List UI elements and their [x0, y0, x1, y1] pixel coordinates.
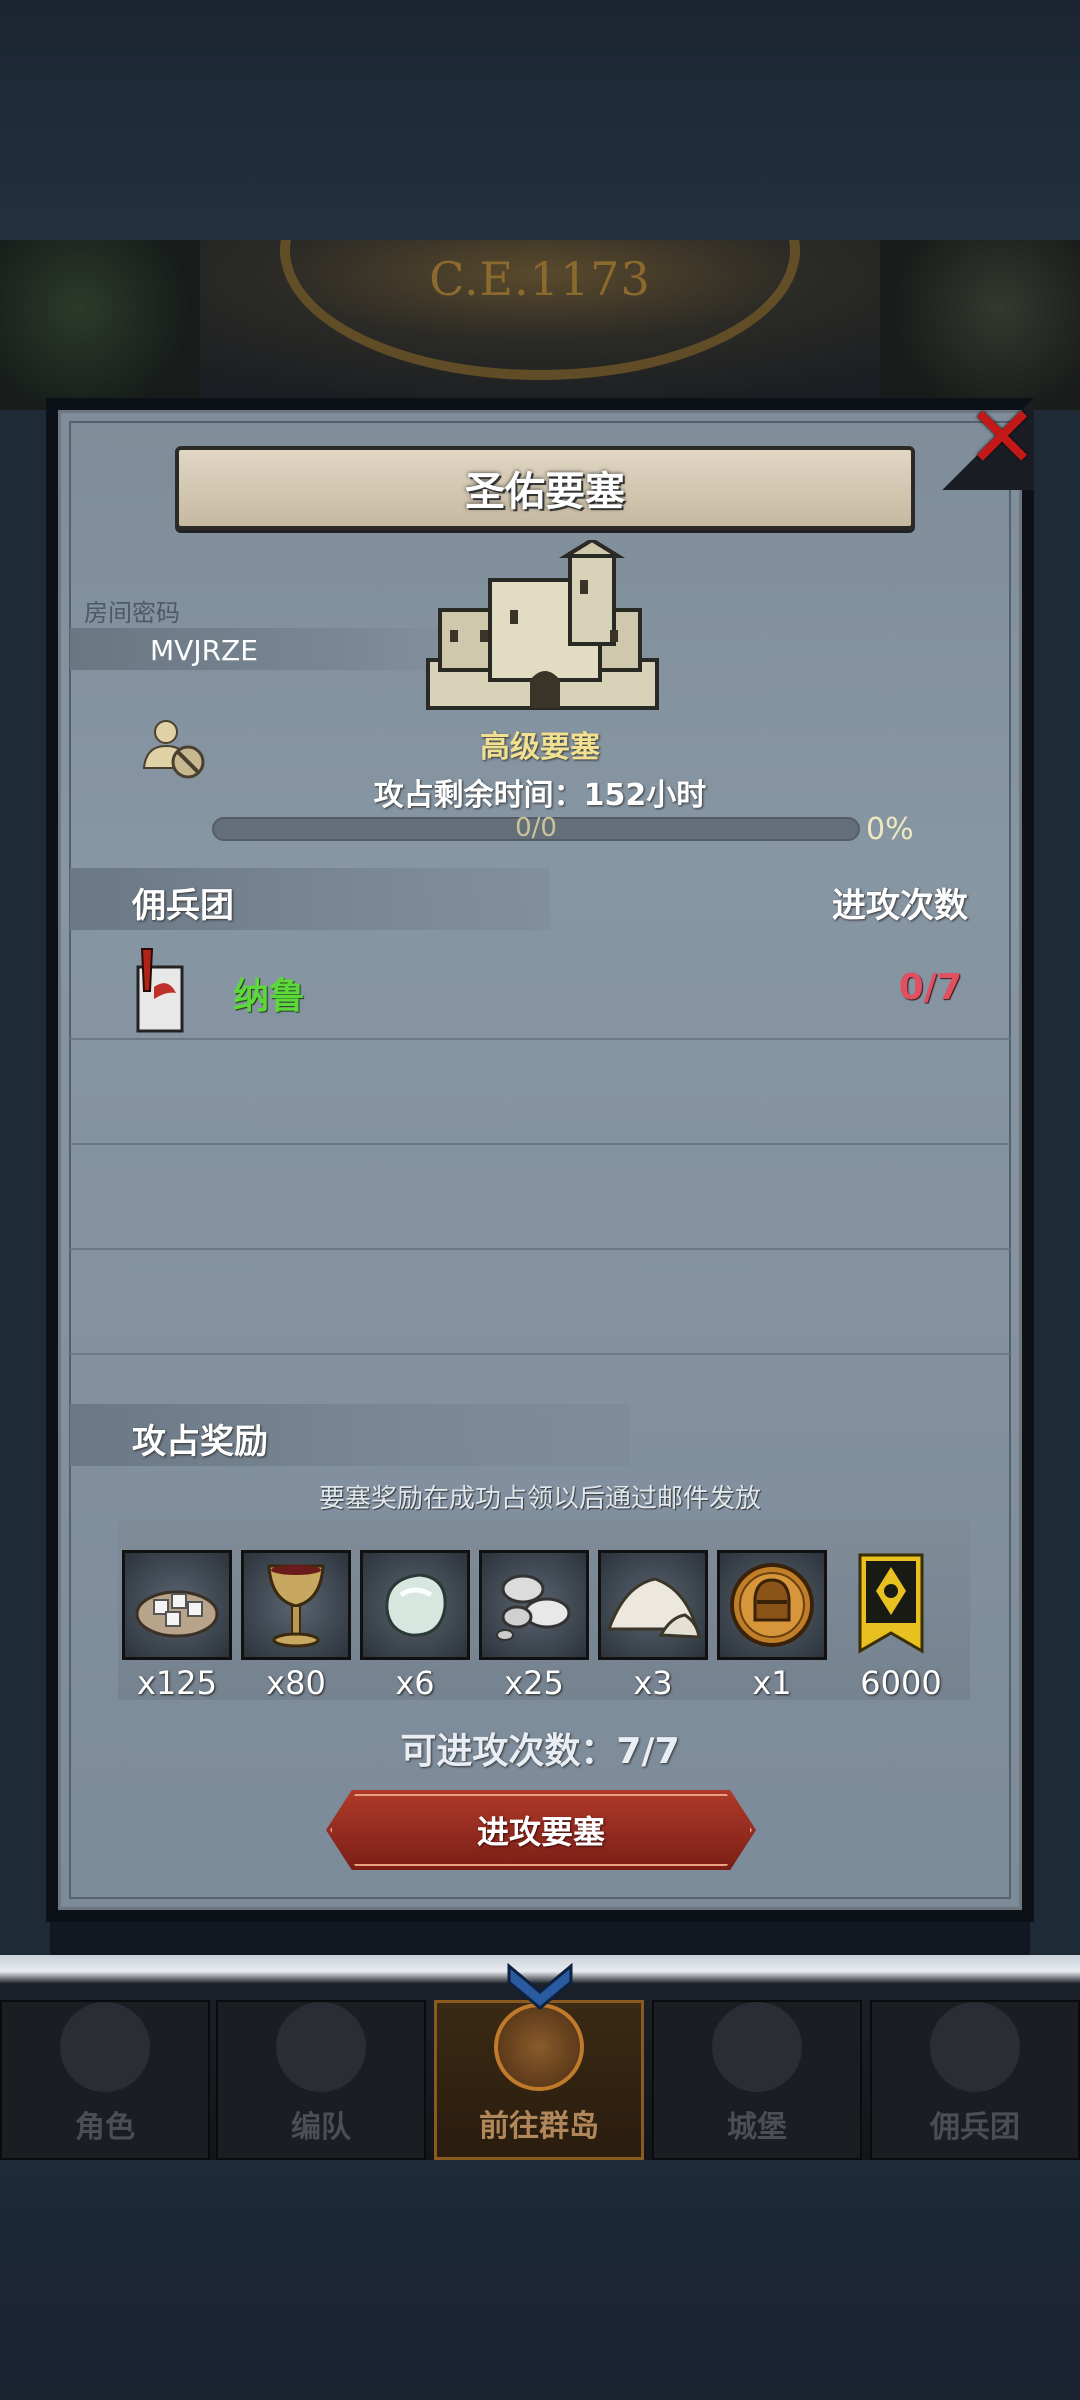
silver-nuggets-icon	[496, 1574, 571, 1641]
reward-slot[interactable]	[479, 1550, 589, 1660]
title-plate: 圣佑要塞	[175, 446, 915, 530]
reward-slot[interactable]	[717, 1550, 827, 1660]
nav-role-label: 角色	[75, 2110, 135, 2145]
nav-castle[interactable]: 城堡	[652, 2000, 862, 2160]
nav-role[interactable]: 角色	[0, 2000, 210, 2160]
mercenary-row[interactable]: 纳鲁 0/7	[70, 935, 1010, 1040]
room-password-label: 房间密码	[84, 599, 180, 627]
room-code-bar	[70, 628, 470, 670]
reward-item[interactable]: x1	[717, 1550, 827, 1702]
reward-item[interactable]: 6000	[836, 1550, 966, 1702]
reward-list: x125 x80 x6 x25 x3 x1 6000	[122, 1550, 972, 1702]
castle-icon	[712, 2002, 802, 2092]
mercenary-header: 佣兵团	[132, 886, 234, 926]
bottom-background	[0, 2160, 1080, 2400]
reward-slot[interactable]	[598, 1550, 708, 1660]
reward-slot[interactable]	[836, 1550, 946, 1660]
close-button[interactable]: ✕	[942, 395, 1038, 490]
reward-item[interactable]: x25	[479, 1550, 589, 1702]
mercenary-attempts: 0/7	[898, 967, 962, 1008]
reward-qty: x1	[752, 1664, 792, 1702]
reward-slot[interactable]	[360, 1550, 470, 1660]
remaining-attacks: 可进攻次数：7/7	[400, 1731, 680, 1772]
mercenary-icon	[930, 2002, 1020, 2092]
mercenary-name: 纳鲁	[233, 976, 306, 1017]
nav-mercenary-label: 佣兵团	[930, 2110, 1020, 2145]
nav-mercenary[interactable]: 佣兵团	[870, 2000, 1080, 2160]
nav-formation-label: 编队	[291, 2110, 351, 2145]
capture-progress-percent: 0%	[866, 812, 914, 847]
helmet-coin-icon	[730, 1563, 814, 1647]
reward-slot[interactable]	[241, 1550, 351, 1660]
nav-castle-label: 城堡	[727, 2110, 787, 2145]
reward-header: 攻占奖励	[132, 1422, 268, 1462]
attack-fortress-label: 进攻要塞	[476, 1813, 605, 1851]
empty-row	[70, 1145, 1010, 1250]
nav-islands-label: 前往群岛	[479, 2109, 599, 2144]
room-code[interactable]: MVJRZE	[150, 634, 258, 667]
reward-note: 要塞奖励在成功占领以后通过邮件发放	[318, 1484, 761, 1514]
reward-qty: x25	[504, 1664, 564, 1702]
capture-time-left: 攻占剩余时间：152小时	[373, 778, 707, 813]
goblet-icon	[267, 1564, 325, 1648]
reward-item[interactable]: x80	[241, 1550, 351, 1702]
reward-item[interactable]: x3	[598, 1550, 708, 1702]
close-icon: ✕	[965, 388, 1039, 488]
nav-formation[interactable]: 编队	[216, 2000, 426, 2160]
helmet-icon	[276, 2002, 366, 2092]
fortress-grade: 高级要塞	[480, 730, 600, 765]
reward-qty: 6000	[860, 1664, 942, 1702]
reward-item[interactable]: x6	[360, 1550, 470, 1702]
reward-qty: x80	[266, 1664, 326, 1702]
knight-icon	[60, 2002, 150, 2092]
top-background	[0, 0, 1080, 240]
dialog-title: 圣佑要塞	[465, 469, 625, 515]
salt-pile-icon	[606, 1577, 701, 1639]
reward-qty: x125	[136, 1664, 217, 1702]
reward-item[interactable]: x125	[122, 1550, 232, 1702]
silver-ore-sack-icon	[135, 1590, 219, 1638]
mercenary-list: 纳鲁 0/7	[70, 935, 1010, 1355]
year-label: C.E.1173	[429, 252, 651, 306]
mercenary-flag-icon	[136, 948, 184, 1033]
empty-row	[70, 1250, 1010, 1355]
capture-progress-text: 0/0	[515, 813, 557, 843]
chevron-down-icon	[507, 1962, 573, 2010]
reward-slot[interactable]	[122, 1550, 232, 1660]
fortress-icon	[426, 540, 659, 710]
era-banner: C.E.1173	[0, 240, 1080, 410]
reward-qty: x6	[395, 1664, 435, 1702]
empty-row	[70, 1040, 1010, 1145]
moonstone-icon	[385, 1573, 447, 1637]
banner-emblem-icon	[858, 1553, 924, 1654]
attack-count-header: 进攻次数	[832, 886, 968, 926]
attack-fortress-button[interactable]: 进攻要塞	[326, 1790, 756, 1870]
reward-qty: x3	[633, 1664, 673, 1702]
